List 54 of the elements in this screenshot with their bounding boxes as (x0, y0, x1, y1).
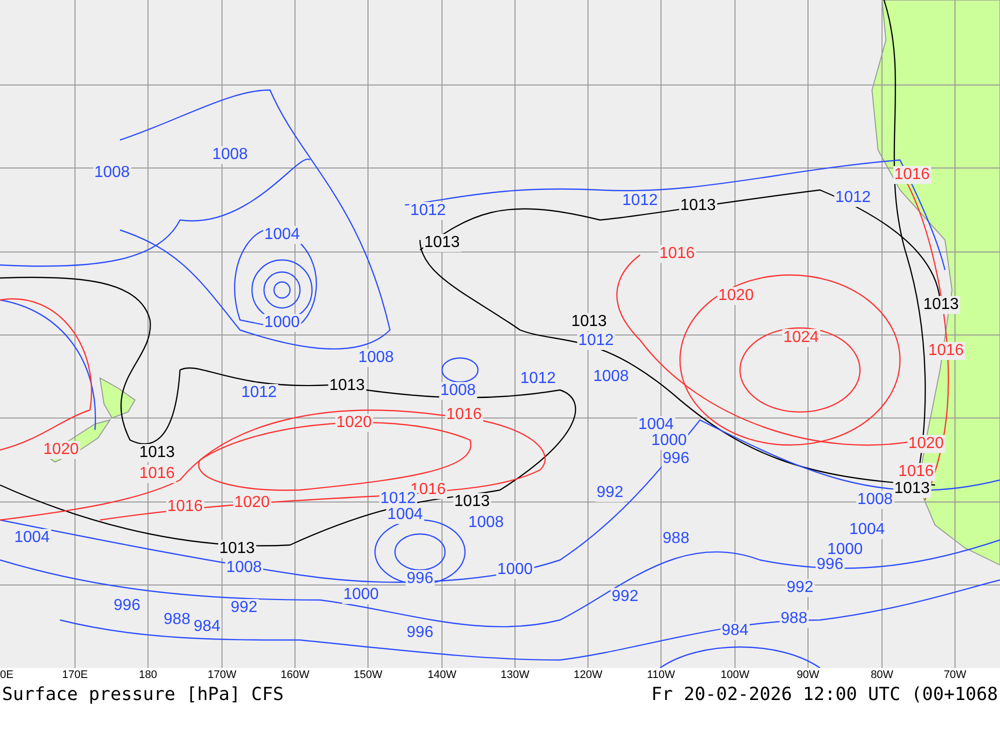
longitude-label: 160W (280, 670, 310, 681)
isobar-label: 996 (406, 570, 434, 588)
isobar-label: 1008 (211, 146, 249, 164)
isobar-label: 1013 (893, 480, 931, 498)
isobar-label: 1000 (496, 561, 534, 579)
isobar-label: 1020 (335, 414, 373, 432)
isobar-label: 1000 (263, 314, 301, 332)
isobar-label: 1013 (922, 296, 960, 314)
isobar-label: 1016 (897, 463, 935, 481)
isobar-label: 1012 (409, 202, 447, 220)
isobar-label: 988 (780, 610, 808, 628)
isobar-label: 1004 (386, 506, 424, 524)
isobar-label: 1004 (848, 521, 886, 539)
longitude-label: 80W (870, 670, 894, 681)
longitude-label: 170E (62, 670, 88, 681)
isobar-label: 1013 (138, 444, 176, 462)
isobar-label: 1020 (907, 435, 945, 453)
isobar-label: 1024 (782, 329, 820, 347)
isobar-label: 1008 (439, 382, 477, 400)
isobar-label: 1016 (893, 166, 931, 184)
isobar-label: 1016 (445, 406, 483, 424)
isobar-label: 1004 (637, 416, 675, 434)
longitude-label: 150W (354, 670, 382, 681)
isobar-label: 992 (596, 484, 624, 502)
longitude-label: 170W (208, 670, 236, 681)
isobar-label: 992 (786, 579, 814, 597)
isobar-label: 1013 (423, 234, 461, 252)
isobar-label: 1016 (138, 465, 176, 483)
longitude-label: 100W (720, 670, 750, 681)
longitude-label: 110W (647, 670, 675, 681)
longitude-label: 130W (500, 670, 530, 681)
isobar-label: 1016 (927, 342, 965, 360)
valid-time: Fr 20-02-2026 12:00 UTC (00+1068 (651, 684, 998, 705)
longitude-label: 120W (574, 670, 602, 681)
longitude-label: 90W (796, 670, 820, 681)
longitude-label: 70W (944, 670, 966, 681)
isobar-label: 1000 (342, 586, 380, 604)
isobar-label: 996 (662, 450, 690, 468)
isobar-label: 1008 (856, 491, 894, 509)
longitude-label: 180 (138, 670, 158, 681)
isobar-label: 1013 (570, 313, 608, 331)
chart-title: Surface pressure [hPa] CFS (2, 684, 284, 705)
isobar-label: 1013 (218, 540, 256, 558)
isobar-label: 1012 (834, 189, 872, 207)
isobar-label: 1000 (650, 432, 688, 450)
isobar-label: 1008 (357, 349, 395, 367)
isobar-label: 1020 (42, 441, 80, 459)
isobar-label: 1016 (658, 245, 696, 263)
isobar-label: 1020 (717, 287, 755, 305)
longitude-label: 140W (428, 670, 456, 681)
isobar-label: 984 (720, 622, 750, 640)
isobar-label: 1004 (263, 226, 301, 244)
isobar-label: 1012 (577, 332, 615, 350)
longitude-label: 0E (0, 670, 14, 681)
